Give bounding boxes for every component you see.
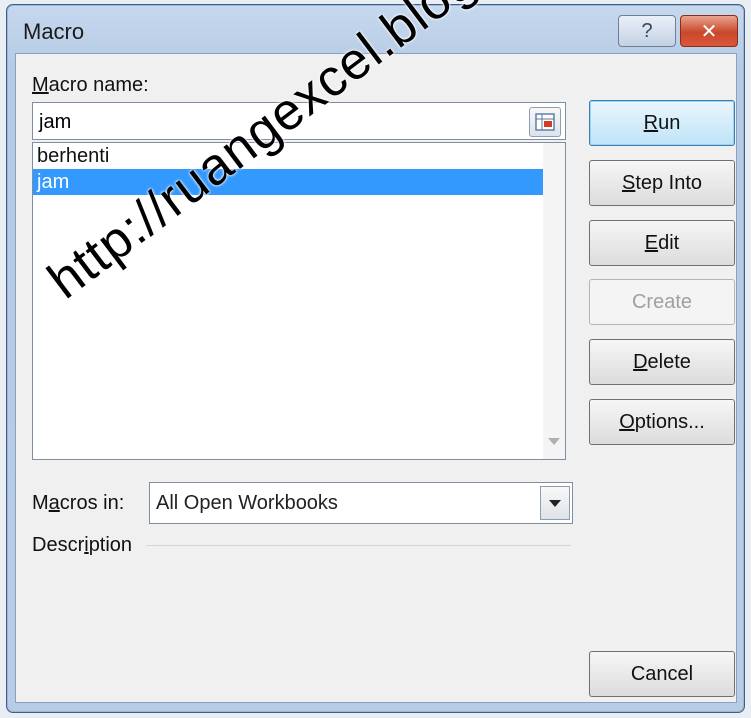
create-button[interactable]: Cr e ate	[589, 279, 735, 325]
title-bar: Macro ? ✕	[7, 5, 744, 53]
macros-in-label: Macros in:	[32, 492, 125, 514]
dialog-body: Macro name: jam berhenti jam Run Step In…	[15, 53, 737, 703]
delete-button[interactable]: Delete	[589, 339, 735, 385]
cancel-button[interactable]: Cancel	[589, 651, 735, 697]
help-button[interactable]: ?	[618, 15, 676, 47]
help-icon: ?	[641, 19, 653, 42]
close-icon: ✕	[700, 20, 718, 43]
description-divider	[146, 545, 571, 546]
macro-name-value: jam	[39, 111, 72, 133]
step-into-button[interactable]: Step Into	[589, 160, 735, 206]
macros-in-dropdown[interactable]: All Open Workbooks	[149, 482, 573, 524]
macro-dialog: Macro ? ✕ Macro name: jam berhenti jam R…	[6, 0, 745, 713]
macro-list-item-berhenti[interactable]: berhenti	[33, 143, 565, 169]
close-button[interactable]: ✕	[680, 15, 738, 47]
chevron-down-icon	[549, 499, 561, 507]
macro-list-item-jam[interactable]: jam	[33, 169, 565, 195]
macro-name-label: Macro name:	[32, 74, 149, 96]
options-button[interactable]: Options...	[589, 399, 735, 445]
range-select-icon	[535, 113, 555, 131]
macros-in-value: All Open Workbooks	[156, 492, 338, 514]
edit-button[interactable]: Edit	[589, 220, 735, 266]
dialog-title: Macro	[23, 19, 85, 44]
macro-list[interactable]: berhenti jam	[32, 142, 566, 460]
collapse-dialog-button[interactable]	[529, 107, 561, 137]
run-button[interactable]: Run	[589, 100, 735, 146]
scroll-down-arrow-icon[interactable]	[548, 438, 560, 445]
list-scrollbar[interactable]	[543, 143, 565, 459]
macro-name-input[interactable]: jam	[32, 102, 566, 140]
dropdown-button[interactable]	[540, 486, 570, 520]
description-label: Description	[32, 534, 133, 556]
